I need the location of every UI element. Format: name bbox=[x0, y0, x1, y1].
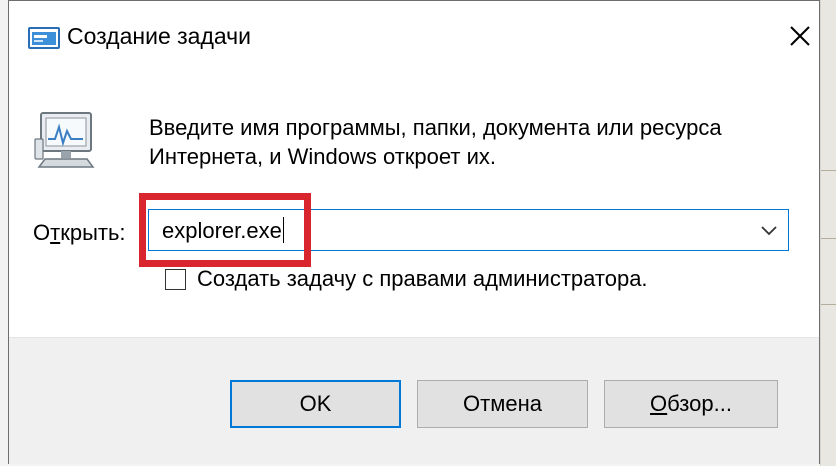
open-input-value[interactable]: explorer.exe bbox=[162, 218, 282, 244]
ok-button[interactable]: OK bbox=[230, 380, 401, 428]
text-caret bbox=[283, 217, 284, 243]
background-window bbox=[820, 0, 836, 466]
instructions-line-1: Введите имя программы, папки, документа … bbox=[149, 115, 722, 140]
admin-rights-checkbox[interactable] bbox=[165, 269, 186, 290]
chevron-down-icon[interactable] bbox=[758, 220, 780, 240]
program-monitor-icon bbox=[33, 109, 99, 171]
cancel-button[interactable]: Отмена bbox=[417, 380, 588, 428]
title-bar: Создание задачи bbox=[9, 1, 819, 79]
admin-rights-label[interactable]: Создать задачу с правами администратора. bbox=[197, 266, 648, 292]
run-dialog: Создание задачи Введите имя программы, п… bbox=[8, 0, 820, 464]
instructions-text: Введите имя программы, папки, документа … bbox=[149, 113, 799, 171]
run-dialog-icon bbox=[27, 25, 63, 53]
instructions-line-2: Интернета, и Windows откроет их. bbox=[149, 144, 496, 169]
dialog-content: Введите имя программы, папки, документа … bbox=[9, 79, 819, 337]
close-icon bbox=[789, 25, 811, 52]
window-title: Создание задачи bbox=[67, 23, 251, 49]
button-bar: OK Отмена Обзор... bbox=[9, 337, 819, 464]
close-button[interactable] bbox=[777, 15, 823, 61]
screen: Создание задачи Введите имя программы, п… bbox=[0, 0, 836, 466]
open-label: Открыть: bbox=[33, 220, 126, 245]
open-combobox[interactable]: explorer.exe bbox=[148, 209, 789, 251]
browse-button[interactable]: Обзор... bbox=[604, 380, 778, 428]
